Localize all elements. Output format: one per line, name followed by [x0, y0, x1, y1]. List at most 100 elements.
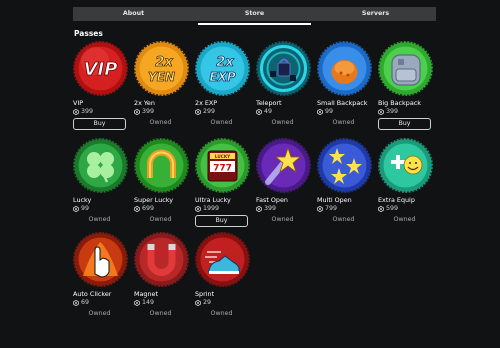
price-value: 69: [81, 299, 90, 306]
price-value: 299: [203, 108, 216, 115]
pass-price: 29: [195, 299, 253, 306]
robux-icon: [317, 206, 323, 212]
pass-card-small-backpack[interactable]: Small Backpack 99 Owned: [317, 41, 375, 126]
pass-price: 699: [134, 205, 192, 212]
pass-card-auto-clicker[interactable]: Auto Clicker 69 Owned: [73, 232, 131, 317]
vip-icon[interactable]: VIP: [73, 41, 128, 96]
svg-text:777: 777: [213, 164, 232, 174]
pass-name: 2x EXP: [195, 99, 218, 107]
owned-label: Owned: [149, 310, 172, 317]
slot-machine-icon[interactable]: LUCKY 777: [195, 138, 250, 193]
pass-name: Lucky: [73, 196, 92, 204]
owned-label: Owned: [271, 216, 294, 223]
owned-label: Owned: [149, 119, 172, 126]
pass-price: 399: [73, 108, 131, 115]
2x-yen-icon[interactable]: 2x YEN: [134, 41, 189, 96]
small-backpack-icon[interactable]: [317, 41, 372, 96]
owned-label: Owned: [210, 119, 233, 126]
price-value: 99: [325, 108, 334, 115]
section-title-passes: Passes: [74, 29, 103, 38]
tab-about[interactable]: About: [73, 7, 194, 21]
price-value: 599: [386, 205, 399, 212]
tab-store[interactable]: Store: [194, 7, 315, 25]
price-value: 29: [203, 299, 212, 306]
pass-card-extra-equip[interactable]: Extra Equip 599 Owned: [378, 138, 436, 223]
pass-card-2x-exp[interactable]: 2x EXP 2x EXP 299 Owned: [195, 41, 253, 126]
price-value: 799: [325, 205, 338, 212]
svg-text:EXP: EXP: [209, 70, 235, 84]
pass-card-vip[interactable]: VIP VIP 399 Buy: [73, 41, 131, 130]
svg-text:VIP: VIP: [84, 59, 118, 80]
tab-servers[interactable]: Servers: [315, 7, 436, 21]
horseshoe-icon[interactable]: [134, 138, 189, 193]
pass-name: Sprint: [195, 290, 215, 298]
pass-price: 69: [73, 299, 131, 306]
pass-name: Small Backpack: [317, 99, 368, 107]
pass-price: 599: [378, 205, 436, 212]
pass-price: 399: [378, 108, 436, 115]
pass-name: Super Lucky: [134, 196, 174, 204]
pass-name: Ultra Lucky: [195, 196, 231, 204]
pass-name: 2x Yen: [134, 99, 155, 107]
price-value: 399: [264, 205, 277, 212]
robux-icon: [195, 300, 201, 306]
robux-icon: [195, 206, 201, 212]
pass-price: 1999: [195, 205, 253, 212]
pass-name: Teleport: [256, 99, 282, 107]
pass-name: Multi Open: [317, 196, 352, 204]
multi-open-stars-icon[interactable]: [317, 138, 372, 193]
owned-label: Owned: [332, 119, 355, 126]
extra-equip-icon[interactable]: [378, 138, 433, 193]
price-value: 399: [81, 108, 94, 115]
pass-card-magnet[interactable]: Magnet 149 Owned: [134, 232, 192, 317]
buy-button[interactable]: Buy: [378, 118, 431, 130]
auto-clicker-hand-icon[interactable]: [73, 232, 128, 287]
pass-card-teleport[interactable]: Teleport 49 Owned: [256, 41, 314, 126]
robux-icon: [317, 109, 323, 115]
price-value: 399: [386, 108, 399, 115]
svg-text:YEN: YEN: [148, 70, 175, 84]
robux-icon: [134, 206, 140, 212]
pass-card-big-backpack[interactable]: Big Backpack 399 Buy: [378, 41, 436, 130]
pass-card-ultra-lucky[interactable]: LUCKY 777 Ultra Lucky 1999 Buy: [195, 138, 253, 227]
fast-open-star-icon[interactable]: [256, 138, 311, 193]
magnet-icon[interactable]: [134, 232, 189, 287]
svg-text:LUCKY: LUCKY: [215, 154, 231, 159]
pass-name: Extra Equip: [378, 196, 415, 204]
teleport-icon[interactable]: [256, 41, 311, 96]
robux-icon: [73, 109, 79, 115]
pass-price: 399: [256, 205, 314, 212]
buy-button[interactable]: Buy: [73, 118, 126, 130]
pass-price: 99: [317, 108, 375, 115]
sprint-shoe-icon[interactable]: [195, 232, 250, 287]
price-value: 99: [81, 205, 90, 212]
owned-label: Owned: [332, 216, 355, 223]
big-backpack-icon[interactable]: [378, 41, 433, 96]
robux-icon: [73, 300, 79, 306]
pass-price: 299: [195, 108, 253, 115]
clover-icon[interactable]: [73, 138, 128, 193]
robux-icon: [378, 206, 384, 212]
pass-card-lucky[interactable]: Lucky 99 Owned: [73, 138, 131, 223]
price-value: 1999: [203, 205, 220, 212]
pass-card-sprint[interactable]: Sprint 29 Owned: [195, 232, 253, 317]
pass-card-multi-open[interactable]: Multi Open 799 Owned: [317, 138, 375, 223]
owned-label: Owned: [271, 119, 294, 126]
pass-name: VIP: [73, 99, 84, 107]
pass-card-2x-yen[interactable]: 2x YEN 2x Yen 399 Owned: [134, 41, 192, 126]
buy-button[interactable]: Buy: [195, 215, 248, 227]
pass-price: 799: [317, 205, 375, 212]
pass-name: Fast Open: [256, 196, 288, 204]
robux-icon: [256, 206, 262, 212]
pass-price: 149: [134, 299, 192, 306]
pass-card-fast-open[interactable]: Fast Open 399 Owned: [256, 138, 314, 223]
robux-icon: [134, 300, 140, 306]
pass-name: Auto Clicker: [73, 290, 112, 298]
owned-label: Owned: [210, 310, 233, 317]
pass-price: 399: [134, 108, 192, 115]
svg-text:2x: 2x: [216, 55, 234, 70]
2x-exp-icon[interactable]: 2x EXP: [195, 41, 250, 96]
price-value: 149: [142, 299, 155, 306]
price-value: 399: [142, 108, 155, 115]
pass-card-super-lucky[interactable]: Super Lucky 699 Owned: [134, 138, 192, 223]
